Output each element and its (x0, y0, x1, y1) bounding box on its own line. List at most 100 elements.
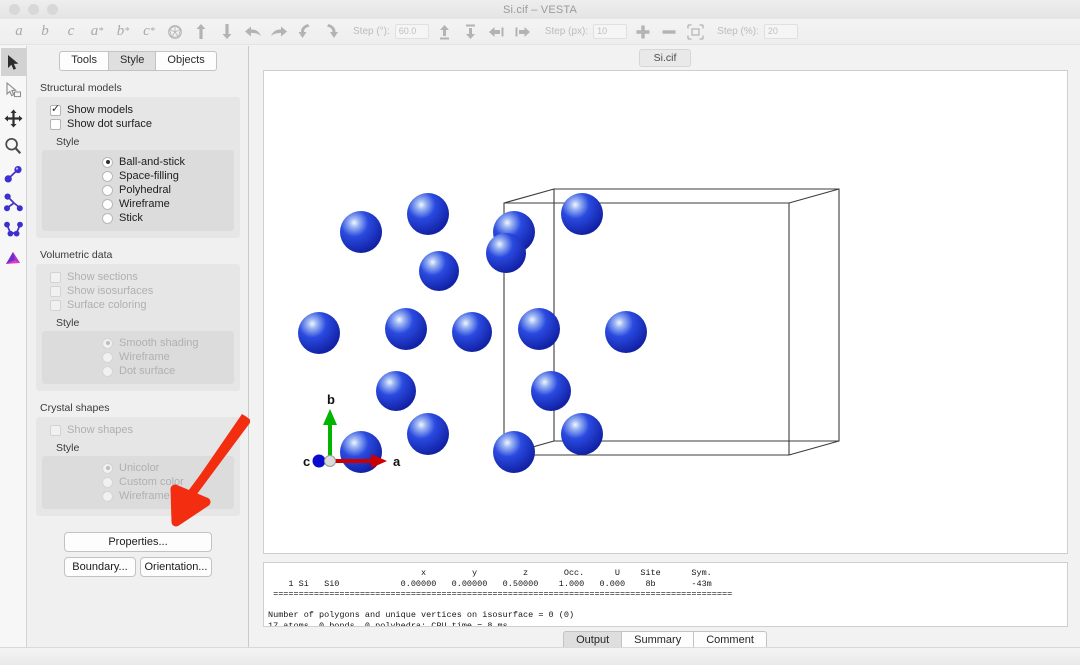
plus-icon[interactable] (632, 20, 654, 44)
radio-wireframe[interactable]: Wireframe (42, 197, 234, 211)
document-tabbar[interactable]: Si.cif (250, 46, 1080, 70)
radio-icon[interactable] (102, 185, 113, 196)
dihedral-angle-tool[interactable] (1, 216, 26, 244)
radio-icon[interactable] (102, 213, 113, 224)
tool-rail[interactable] (0, 46, 27, 647)
axis-label-c: c (303, 454, 310, 469)
radio-label: Smooth shading (119, 337, 199, 349)
radio-custom-color[interactable]: Custom color (42, 475, 234, 489)
step-percent-input[interactable]: 20 (764, 24, 798, 39)
crystal-style-label: Style (56, 442, 240, 454)
step-degrees-label: Step (°): (353, 26, 390, 37)
radio-icon[interactable] (102, 477, 113, 488)
radio-crystal-wireframe[interactable]: Wireframe (42, 489, 234, 503)
radio-space-filling[interactable]: Space-filling (42, 169, 234, 183)
orientation-button[interactable]: Orientation... (140, 557, 212, 577)
radio-label: Unicolor (119, 462, 159, 474)
rotate-up-icon[interactable] (190, 20, 212, 44)
checkbox-label: Surface coloring (67, 299, 147, 311)
fit-to-screen-icon[interactable] (684, 20, 706, 44)
bond-distance-tool[interactable] (1, 160, 26, 188)
radio-label: Custom color (119, 476, 184, 488)
checkbox-icon[interactable] (50, 272, 61, 283)
zoom-tool[interactable] (1, 132, 26, 160)
output-panel[interactable]: x y z Occ. U Site Sym. 1 Si Si0 0.00000 … (263, 562, 1068, 627)
radio-label: Dot surface (119, 365, 175, 377)
move-tool[interactable] (1, 104, 26, 132)
boundary-button[interactable]: Boundary... (64, 557, 136, 577)
rotate-down-icon[interactable] (216, 20, 238, 44)
checkbox-surface-coloring[interactable]: Surface coloring (36, 298, 240, 312)
step-percent-label: Step (%): (717, 26, 759, 37)
radio-icon[interactable] (102, 491, 113, 502)
polyhedron-icon[interactable] (164, 20, 186, 44)
main-toolbar[interactable]: a b c a* b* c* Step (°): 60.0 (0, 19, 1080, 45)
tab-objects[interactable]: Objects (156, 51, 216, 71)
radio-stick[interactable]: Stick (42, 211, 234, 225)
radio-icon[interactable] (102, 338, 113, 349)
radio-icon[interactable] (102, 366, 113, 377)
window-title: Si.cif – VESTA (0, 4, 1080, 16)
nudge-up-icon[interactable] (434, 20, 456, 44)
radio-dot-surface[interactable]: Dot surface (42, 364, 234, 378)
checkbox-icon[interactable] (50, 300, 61, 311)
checkbox-show-shapes[interactable]: Show shapes (36, 423, 240, 437)
panel-tabs[interactable]: Tools Style Objects (28, 51, 248, 71)
redo-arrow-icon[interactable] (268, 20, 290, 44)
toolbar-axis-a[interactable]: a (8, 20, 30, 44)
step-degrees-input[interactable]: 60.0 (395, 24, 429, 39)
radio-smooth-shading[interactable]: Smooth shading (42, 336, 234, 350)
structural-style-group: Ball-and-stick Space-filling Polyhedral … (42, 150, 234, 231)
radio-icon[interactable] (102, 157, 113, 168)
tab-tools[interactable]: Tools (59, 51, 109, 71)
checkbox-show-models[interactable]: Show models (36, 103, 240, 117)
radio-icon[interactable] (102, 171, 113, 182)
undo-arrow-icon[interactable] (242, 20, 264, 44)
nudge-down-icon[interactable] (460, 20, 482, 44)
toolbar-axis-b-star[interactable]: b* (112, 20, 134, 44)
structural-models-group: Show models Show dot surface Style Ball-… (36, 97, 240, 238)
rotate-cw-icon[interactable] (320, 20, 342, 44)
hand-select-tool[interactable] (1, 76, 26, 104)
radio-icon[interactable] (102, 199, 113, 210)
title-bar: Si.cif – VESTA (0, 0, 1080, 19)
checkbox-show-isosurfaces[interactable]: Show isosurfaces (36, 284, 240, 298)
radio-unicolor[interactable]: Unicolor (42, 461, 234, 475)
step-pixels-input[interactable]: 10 (593, 24, 627, 39)
radio-icon[interactable] (102, 352, 113, 363)
checkbox-show-sections[interactable]: Show sections (36, 270, 240, 284)
toolbar-axis-b[interactable]: b (34, 20, 56, 44)
toolbar-axis-c[interactable]: c (60, 20, 82, 44)
document-tab-si-cif[interactable]: Si.cif (639, 49, 692, 67)
checkbox-icon[interactable] (50, 119, 61, 130)
select-tool[interactable] (1, 48, 26, 76)
axis-label-b: b (327, 392, 335, 407)
checkbox-icon[interactable] (50, 425, 61, 436)
rotate-ccw-icon[interactable] (294, 20, 316, 44)
nudge-left-icon[interactable] (486, 20, 508, 44)
radio-volumetric-wireframe[interactable]: Wireframe (42, 350, 234, 364)
bond-angle-tool[interactable] (1, 188, 26, 216)
step-pixels-label: Step (px): (545, 26, 588, 37)
structural-style-label: Style (56, 136, 240, 148)
radio-ball-and-stick[interactable]: Ball-and-stick (42, 155, 234, 169)
nudge-right-icon[interactable] (512, 20, 534, 44)
toolbar-axis-c-star[interactable]: c* (138, 20, 160, 44)
minus-icon[interactable] (658, 20, 680, 44)
crystal-shapes-group: Show shapes Style Unicolor Custom color … (36, 417, 240, 516)
structure-viewport[interactable]: b a c (263, 70, 1068, 554)
plane-tool[interactable] (1, 244, 26, 272)
checkbox-icon[interactable] (50, 286, 61, 297)
crystal-structure-render[interactable]: b a c (264, 71, 1068, 554)
radio-label: Ball-and-stick (119, 156, 185, 168)
radio-polyhedral[interactable]: Polyhedral (42, 183, 234, 197)
tab-style[interactable]: Style (109, 51, 156, 71)
radio-icon[interactable] (102, 463, 113, 474)
checkbox-icon[interactable] (50, 105, 61, 116)
radio-label: Wireframe (119, 351, 170, 363)
properties-button[interactable]: Properties... (64, 532, 212, 552)
checkbox-show-dot-surface[interactable]: Show dot surface (36, 117, 240, 131)
volumetric-data-title: Volumetric data (40, 249, 248, 261)
toolbar-axis-a-star[interactable]: a* (86, 20, 108, 44)
structural-models-title: Structural models (40, 82, 248, 94)
